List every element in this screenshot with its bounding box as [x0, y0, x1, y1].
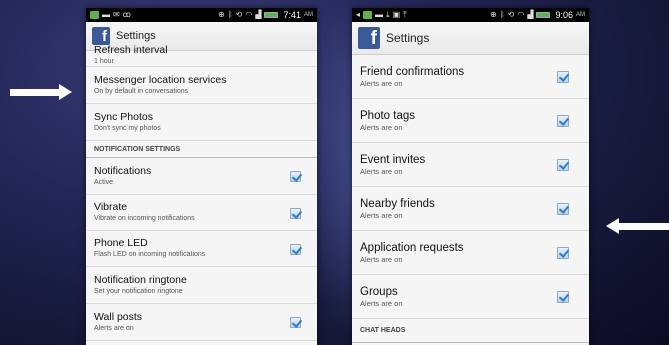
- download-icon: ⤓: [386, 10, 390, 19]
- list-item-phone-led[interactable]: Phone LED Flash LED on incoming notifica…: [86, 231, 317, 267]
- row-title: Application requests: [360, 241, 464, 254]
- checkbox-checked-icon[interactable]: [557, 158, 569, 171]
- row-subtitle: Alerts are on: [360, 210, 403, 220]
- app-notification-icon: [90, 11, 99, 19]
- row-title: Friend confirmations: [360, 65, 465, 78]
- list-item-application-requests[interactable]: Application requests Alerts are on: [352, 231, 589, 275]
- row-title: Groups: [360, 285, 398, 298]
- section-header-chat-heads: CHAT HEADS: [352, 319, 589, 343]
- row-title: Notifications: [94, 164, 152, 177]
- row-subtitle: Alerts are on: [360, 298, 403, 308]
- calendar-icon: ▣: [392, 10, 401, 19]
- arrow-left-icon: [606, 218, 669, 234]
- upload-icon: ⤒: [403, 10, 407, 19]
- wifi-icon: ◠: [517, 10, 525, 19]
- list-item-nearby-friends[interactable]: Nearby friends Alerts are on: [352, 187, 589, 231]
- list-item-photo-tags[interactable]: Photo tags Alerts are on: [352, 99, 589, 143]
- settings-list: Refresh interval 1 hour Messenger locati…: [86, 44, 317, 341]
- signal-icon: ▟: [527, 10, 534, 19]
- list-item-vibrate[interactable]: Vibrate Vibrate on incoming notification…: [86, 195, 317, 231]
- left-phone-screen: ▬ ✉ ꝏ ⊕ ᛒ ⟲ ◠ ▟ 7:41 AM f Settings Refre…: [86, 8, 317, 345]
- minus-icon: ▬: [102, 10, 110, 19]
- list-item-sync-photos[interactable]: Sync Photos Don't sync my photos: [86, 104, 317, 141]
- row-title: Phone LED: [94, 237, 148, 249]
- status-bar: ▬ ✉ ꝏ ⊕ ᛒ ⟲ ◠ ▟ 7:41 AM: [86, 8, 317, 22]
- row-subtitle: Alerts are on: [360, 254, 403, 264]
- row-title: Nearby friends: [360, 197, 435, 210]
- sync-icon: ⟲: [507, 10, 515, 19]
- mail-icon: ✉: [113, 10, 120, 19]
- checkbox-checked-icon[interactable]: [290, 243, 301, 255]
- checkbox-checked-icon[interactable]: [290, 171, 301, 182]
- list-item-notifications[interactable]: Notifications Active: [86, 158, 317, 195]
- app-bar: f Settings: [352, 22, 589, 55]
- row-subtitle: Alerts are on: [360, 122, 403, 132]
- list-item-event-invites[interactable]: Event invites Alerts are on: [352, 143, 589, 187]
- checkbox-checked-icon[interactable]: [557, 202, 569, 215]
- status-time: 9:06: [555, 10, 573, 20]
- list-item-notification-ringtone[interactable]: Notification ringtone Set your notificat…: [86, 267, 317, 304]
- location-icon: ⊕: [490, 10, 497, 19]
- row-title: Refresh interval: [94, 44, 168, 56]
- sync-icon: ⟲: [235, 10, 243, 19]
- row-subtitle: Alerts are on: [360, 78, 403, 88]
- checkbox-checked-icon[interactable]: [290, 317, 301, 328]
- list-item-groups[interactable]: Groups Alerts are on: [352, 275, 589, 319]
- section-header-notifications: NOTIFICATION SETTINGS: [86, 141, 317, 158]
- location-icon: ⊕: [218, 10, 225, 19]
- bluetooth-icon: ᛒ: [227, 10, 233, 19]
- row-subtitle: Flash LED on incoming notifications: [94, 251, 206, 258]
- signal-icon: ▟: [255, 10, 262, 19]
- row-subtitle: Active: [94, 178, 114, 186]
- row-subtitle: Set your notification ringtone: [94, 287, 183, 295]
- list-item-messenger-location[interactable]: Messenger location services On by defaul…: [86, 67, 317, 104]
- row-title: Photo tags: [360, 109, 415, 122]
- checkbox-checked-icon[interactable]: [557, 114, 569, 127]
- battery-icon: [264, 12, 279, 18]
- row-title: Wall posts: [94, 310, 143, 323]
- checkbox-checked-icon[interactable]: [557, 70, 569, 83]
- right-phone-screen: ◂ ▬ ⤓ ▣ ⤒ ⊕ ᛒ ⟲ ◠ ▟ 9:06 AM f Settings F…: [352, 8, 589, 345]
- row-subtitle: Alerts are on: [360, 166, 403, 176]
- checkbox-checked-icon[interactable]: [290, 207, 301, 219]
- row-subtitle: Alerts are on: [94, 324, 134, 332]
- app-notification-icon: [363, 11, 373, 19]
- settings-list: Friend confirmations Alerts are on Photo…: [352, 55, 589, 343]
- list-item-friend-confirmations[interactable]: Friend confirmations Alerts are on: [352, 55, 589, 99]
- battery-icon: [536, 12, 551, 18]
- facebook-logo-icon[interactable]: f: [92, 27, 110, 45]
- row-title: Sync Photos: [94, 110, 153, 123]
- page-title: Settings: [386, 31, 430, 45]
- status-ampm: AM: [576, 12, 585, 18]
- row-title: Notification ringtone: [94, 273, 187, 286]
- voicemail-icon: ꝏ: [122, 10, 131, 19]
- checkbox-checked-icon[interactable]: [557, 246, 569, 259]
- row-title: Messenger location services: [94, 73, 227, 86]
- row-title: Vibrate: [94, 201, 128, 213]
- checkbox-checked-icon[interactable]: [557, 290, 569, 303]
- status-bar: ◂ ▬ ⤓ ▣ ⤒ ⊕ ᛒ ⟲ ◠ ▟ 9:06 AM: [352, 8, 589, 22]
- row-subtitle: On by default in conversations: [94, 87, 189, 95]
- row-subtitle: Don't sync my photos: [94, 124, 161, 132]
- wifi-icon: ◠: [245, 10, 253, 19]
- status-time: 7:41: [283, 10, 301, 20]
- row-subtitle: 1 hour: [94, 58, 114, 65]
- minus-icon: ▬: [375, 10, 384, 19]
- list-item-wall-posts[interactable]: Wall posts Alerts are on: [86, 304, 317, 341]
- bluetooth-icon: ᛒ: [499, 10, 505, 19]
- row-title: Event invites: [360, 153, 426, 166]
- facebook-logo-icon[interactable]: f: [358, 27, 380, 49]
- row-subtitle: Vibrate on incoming notifications: [94, 215, 195, 222]
- arrow-right-icon: [10, 84, 72, 100]
- list-item-refresh-interval[interactable]: Refresh interval 1 hour: [86, 44, 317, 67]
- status-ampm: AM: [304, 12, 313, 18]
- page-title: Settings: [116, 30, 156, 42]
- back-icon: ◂: [356, 10, 361, 19]
